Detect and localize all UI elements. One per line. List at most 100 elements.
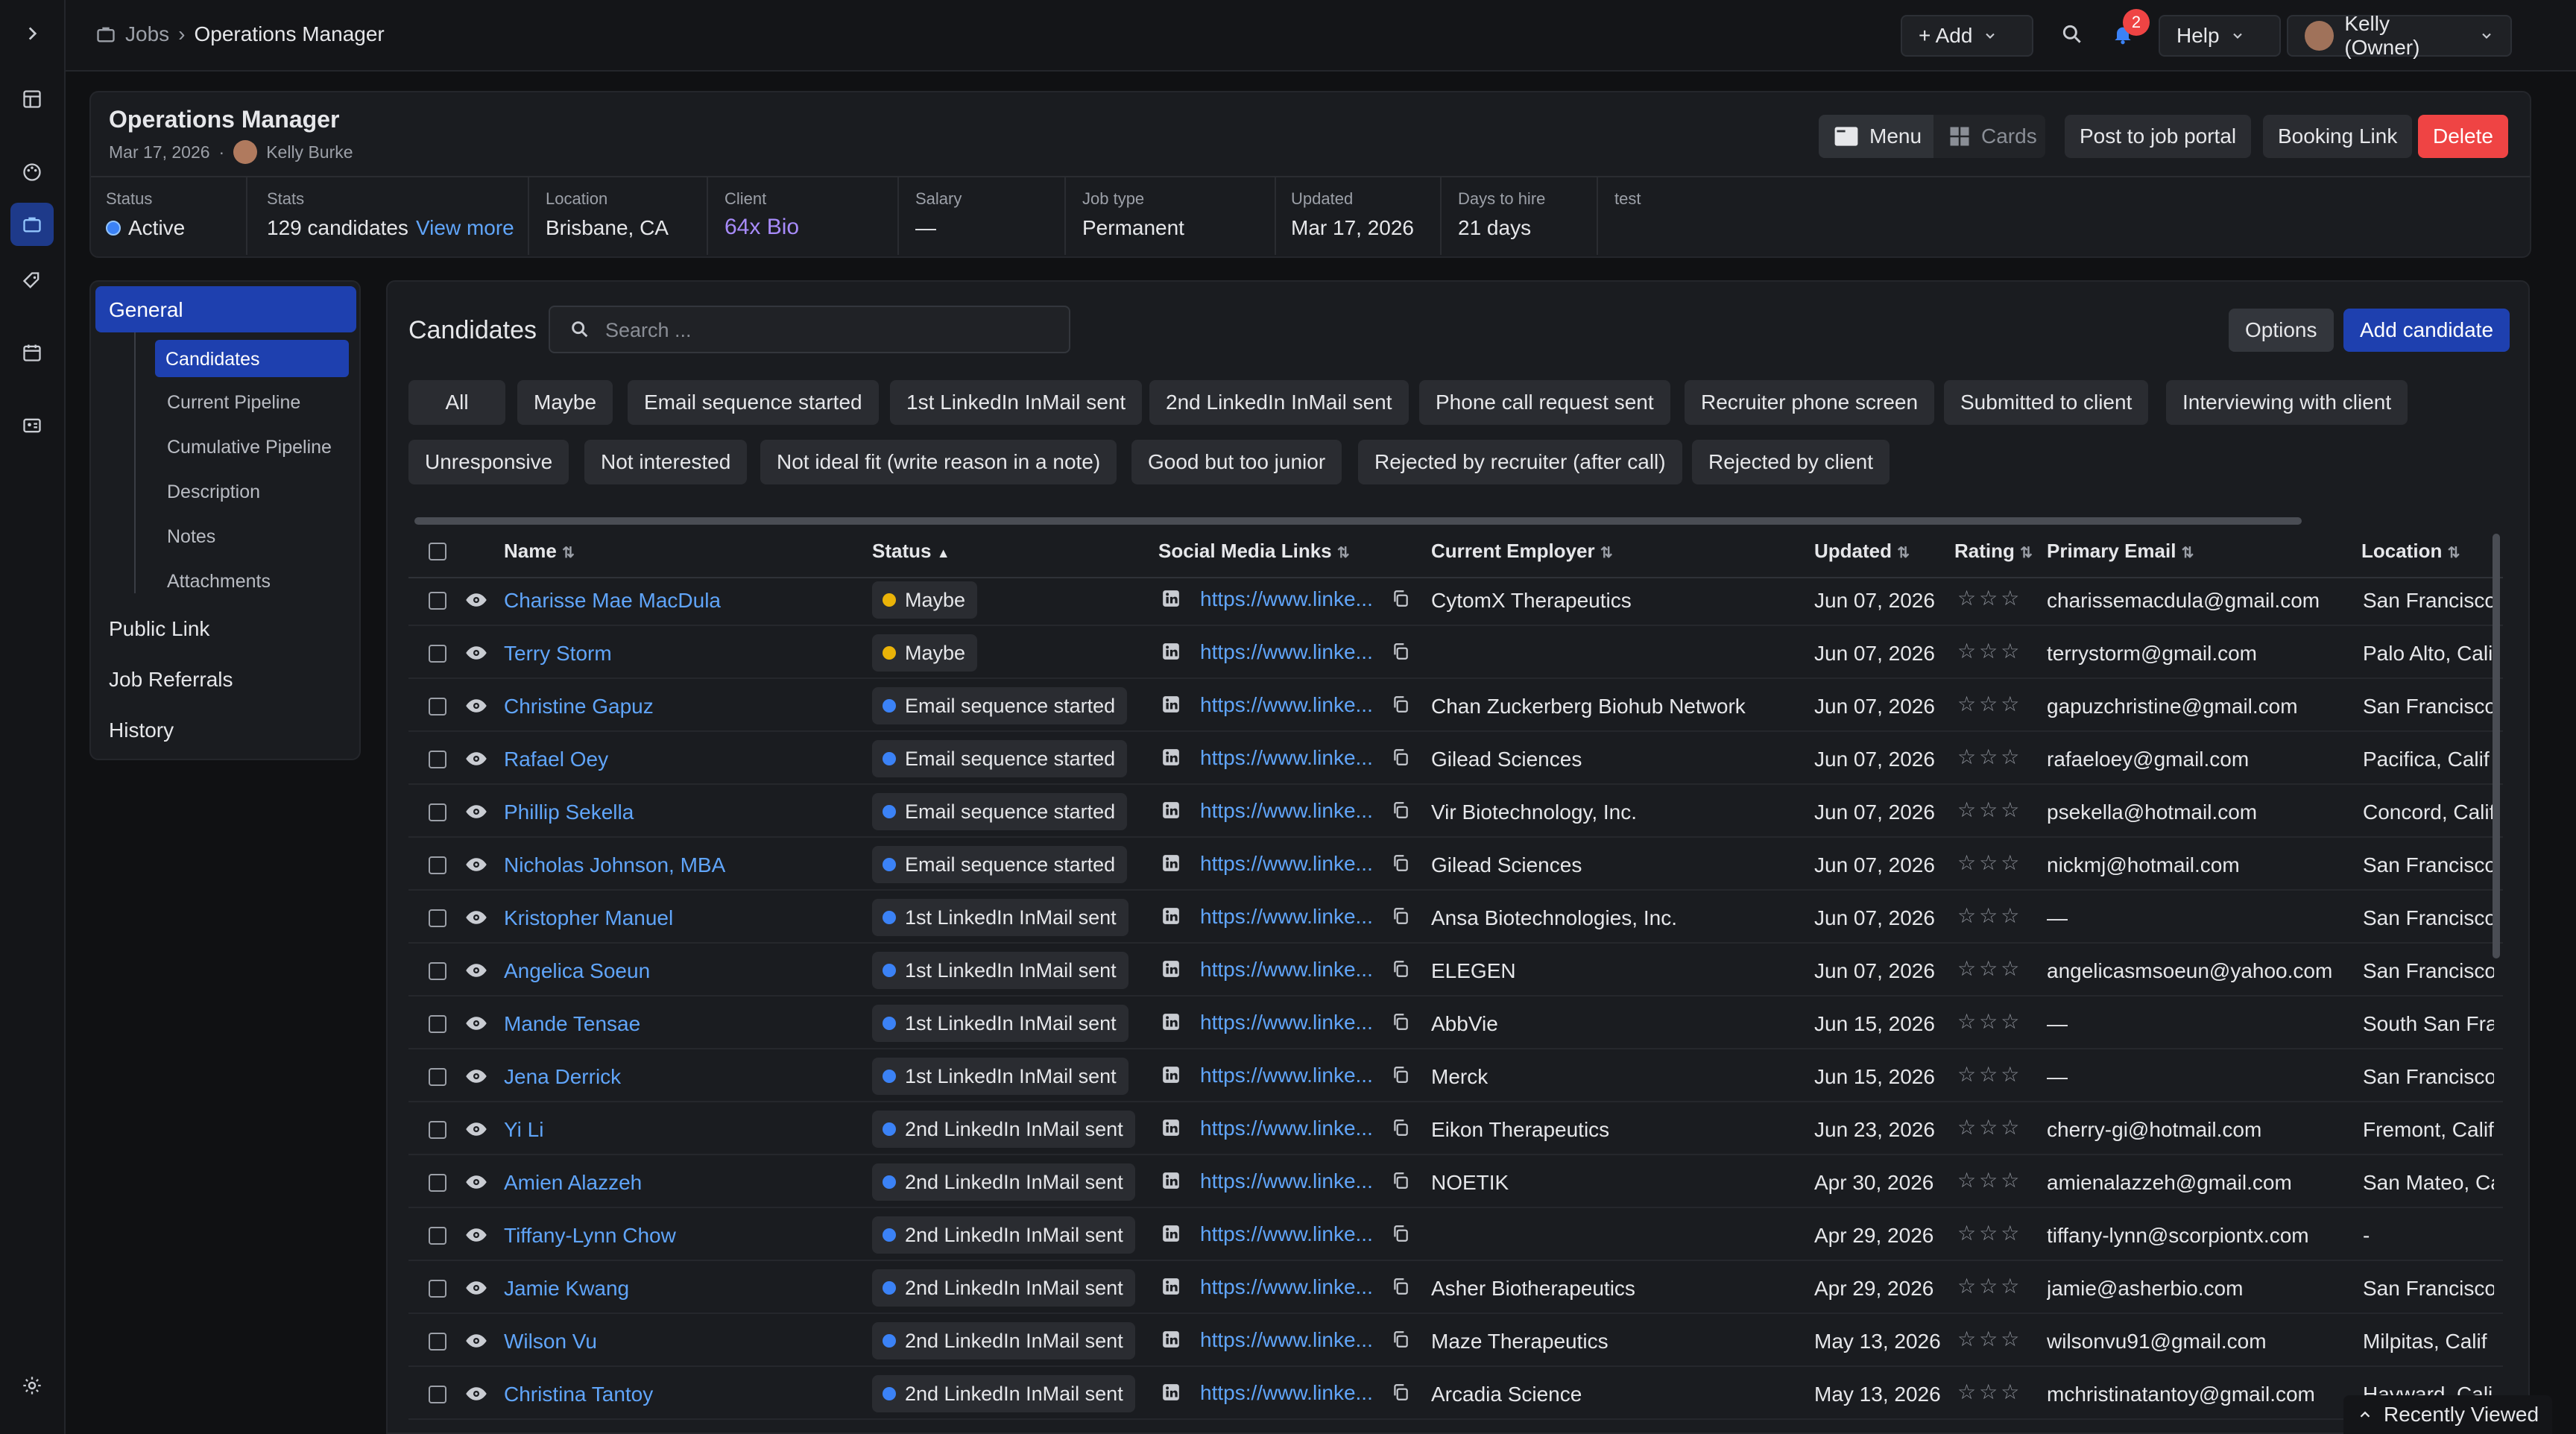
row-checkbox[interactable] [429,751,446,768]
filter-maybe[interactable]: Maybe [517,380,613,425]
options-button[interactable]: Options [2229,309,2334,352]
rating-stars[interactable]: ☆☆☆ [1957,850,2022,875]
primary-email[interactable]: wilsonvu91@gmail.com [2047,1330,2352,1354]
rating-stars[interactable]: ☆☆☆ [1957,1115,2022,1140]
rating-stars[interactable]: ☆☆☆ [1957,797,2022,822]
eye-icon[interactable] [465,1383,487,1405]
filter-unresponsive[interactable]: Unresponsive [408,440,569,484]
status-badge[interactable]: 2nd LinkedIn InMail sent [872,1163,1135,1201]
row-checkbox[interactable] [429,909,446,927]
eye-icon[interactable] [465,642,487,664]
primary-email[interactable]: gapuzchristine@gmail.com [2047,695,2352,718]
row-checkbox[interactable] [429,1386,446,1403]
nav-notes[interactable]: Notes [167,526,215,548]
nav-public-link[interactable]: Public Link [109,617,209,641]
primary-email[interactable]: amienalazzeh@gmail.com [2047,1171,2352,1195]
candidate-name[interactable]: Angelica Soeun [504,959,862,983]
nav-cumulative-pipeline[interactable]: Cumulative Pipeline [167,437,332,458]
social-link[interactable]: https://www.linke... [1200,640,1386,664]
eye-icon[interactable] [465,800,487,823]
rating-stars[interactable]: ☆☆☆ [1957,692,2022,716]
rating-stars[interactable]: ☆☆☆ [1957,956,2022,981]
table-row[interactable]: Kristopher Manuel 1st LinkedIn InMail sen… [408,891,2503,944]
filter-1st-inmail[interactable]: 1st LinkedIn InMail sent [890,380,1143,425]
table-row[interactable]: Christina Tantoy 2nd LinkedIn InMail sent… [408,1368,2503,1420]
social-link[interactable]: https://www.linke... [1200,1328,1386,1352]
candidate-name[interactable]: Mande Tensae [504,1012,862,1036]
palette-icon[interactable] [10,151,54,194]
contact-card-icon[interactable] [10,404,54,447]
settings-icon[interactable] [10,1364,54,1407]
vertical-scrollbar[interactable] [2493,534,2500,958]
social-link[interactable]: https://www.linke... [1200,799,1386,823]
copy-icon[interactable] [1391,906,1410,926]
primary-email[interactable]: nickmj@hotmail.com [2047,853,2352,877]
row-checkbox[interactable] [429,645,446,663]
candidate-name[interactable]: Jamie Kwang [504,1277,862,1301]
row-checkbox[interactable] [429,1280,446,1298]
eye-icon[interactable] [465,1171,487,1193]
primary-email[interactable]: — [2047,1012,2352,1036]
rating-stars[interactable]: ☆☆☆ [1957,586,2022,610]
filter-too-junior[interactable]: Good but too junior [1131,440,1342,484]
eye-icon[interactable] [465,589,487,611]
cards-view-button[interactable]: Cards [1933,115,2045,158]
table-row[interactable]: Amien Alazzeh 2nd LinkedIn InMail sent htt… [408,1156,2503,1208]
filter-rejected-by-client[interactable]: Rejected by client [1692,440,1890,484]
filter-recruiter-phone-screen[interactable]: Recruiter phone screen [1685,380,1935,425]
table-row[interactable]: Mande Tensae 1st LinkedIn InMail sent http… [408,997,2503,1049]
select-all-checkbox[interactable] [429,543,446,560]
candidate-name[interactable]: Amien Alazzeh [504,1171,862,1195]
eye-icon[interactable] [465,1277,487,1299]
candidate-name[interactable]: Christine Gapuz [504,695,862,718]
social-link[interactable]: https://www.linke... [1200,1011,1386,1035]
row-checkbox[interactable] [429,1227,446,1245]
primary-email[interactable]: mchristinatantoy@gmail.com [2047,1383,2352,1406]
eye-icon[interactable] [465,1118,487,1140]
candidate-name[interactable]: Nicholas Johnson, MBA [504,853,862,877]
social-link[interactable]: https://www.linke... [1200,958,1386,982]
social-link[interactable]: https://www.linke... [1200,1116,1386,1140]
rating-stars[interactable]: ☆☆☆ [1957,1327,2022,1351]
rating-stars[interactable]: ☆☆☆ [1957,1009,2022,1034]
col-name[interactable]: Name ⇅ [504,540,575,563]
status-badge[interactable]: 1st LinkedIn InMail sent [872,899,1128,936]
expand-icon[interactable] [10,12,54,55]
copy-icon[interactable] [1391,1118,1410,1137]
table-row[interactable]: Wilson Vu 2nd LinkedIn InMail sent https:/… [408,1315,2503,1367]
row-checkbox[interactable] [429,1015,446,1033]
eye-icon[interactable] [465,1330,487,1352]
rating-stars[interactable]: ☆☆☆ [1957,1274,2022,1298]
rating-stars[interactable]: ☆☆☆ [1957,1221,2022,1245]
briefcase-icon[interactable] [10,203,54,246]
row-checkbox[interactable] [429,1121,446,1139]
table-row[interactable]: Christine Gapuz Email sequence started htt… [408,680,2503,732]
eye-icon[interactable] [465,1012,487,1035]
row-checkbox[interactable] [429,803,446,821]
search-icon[interactable] [2060,22,2084,46]
social-link[interactable]: https://www.linke... [1200,1222,1386,1246]
candidate-name[interactable]: Yi Li [504,1118,862,1142]
row-checkbox[interactable] [429,1333,446,1351]
candidate-name[interactable]: Tiffany-Lynn Chow [504,1224,862,1248]
col-updated[interactable]: Updated ⇅ [1814,540,1910,563]
user-menu-button[interactable]: Kelly (Owner) [2287,12,2512,59]
copy-icon[interactable] [1391,695,1410,714]
social-link[interactable]: https://www.linke... [1200,1381,1386,1405]
filter-rejected-by-recruiter[interactable]: Rejected by recruiter (after call) [1358,440,1682,484]
status-badge[interactable]: 1st LinkedIn InMail sent [872,952,1128,989]
status-badge[interactable]: Maybe [872,581,978,619]
primary-email[interactable]: jamie@asherbio.com [2047,1277,2352,1301]
recently-viewed-toggle[interactable]: Recently Viewed [2343,1395,2552,1434]
table-row[interactable]: Terry Storm Maybe https://www.linke... Jun … [408,627,2503,679]
filter-submitted-to-client[interactable]: Submitted to client [1944,380,2149,425]
social-link[interactable]: https://www.linke... [1200,1064,1386,1087]
eye-icon[interactable] [465,906,487,929]
delete-button[interactable]: Delete [2418,115,2508,158]
candidate-name[interactable]: Charisse Mae MacDula [504,589,862,613]
candidate-name[interactable]: Terry Storm [504,642,862,666]
booking-link-button[interactable]: Booking Link [2263,115,2413,158]
status-badge[interactable]: Email sequence started [872,846,1128,883]
calendar-icon[interactable] [10,331,54,374]
row-checkbox[interactable] [429,856,446,874]
